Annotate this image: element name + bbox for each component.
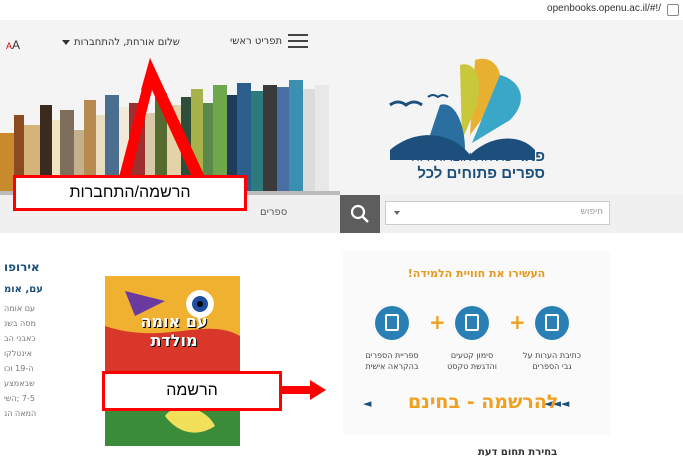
chevron-down-icon[interactable]	[394, 211, 400, 215]
browser-address-bar[interactable]: openbooks.openu.ac.il/#!/	[0, 0, 683, 20]
chevron-down-icon	[62, 40, 70, 45]
site-header: AA שלום אורחת, להתחברות תפריט ראשי פאר פ…	[0, 20, 683, 195]
login-annotation-label: הרשמה/התחברות	[13, 175, 247, 211]
notes-icon	[535, 306, 569, 340]
register-annotation-label: הרשמה	[102, 371, 282, 411]
font-size-label: A	[12, 38, 21, 52]
book-spine	[0, 133, 14, 195]
plus-sign: +	[429, 310, 446, 334]
article-line: שבאמצע	[4, 379, 35, 388]
url-text[interactable]: openbooks.openu.ac.il/#!/	[547, 3, 661, 14]
search-placeholder: חיפוש	[580, 207, 603, 217]
article-heading[interactable]: אירופו	[4, 260, 75, 274]
plus-sign: +	[509, 310, 526, 334]
book-spine	[315, 85, 329, 195]
article-line: עם אומה	[4, 304, 36, 313]
register-link[interactable]: להרשמה - בחינם	[408, 391, 558, 413]
feature-caption: כתיבת הערות על גבי הספרים	[523, 351, 581, 371]
book-spine	[303, 89, 315, 195]
user-menu[interactable]: שלום אורחת, להתחברות	[62, 37, 180, 48]
search-icon	[350, 204, 369, 223]
main-menu-button[interactable]: תפריט ראשי	[230, 34, 309, 48]
book-cover-title: עם אומה מולדת	[140, 312, 208, 350]
font-size-toggle[interactable]: AA	[6, 38, 20, 52]
top-navigation: AA שלום אורחת, להתחברות תפריט ראשי	[0, 20, 683, 60]
search-input[interactable]: חיפוש	[385, 201, 610, 225]
book-spine	[277, 87, 289, 195]
logo-tagline: פאר פתיחת אוצרות רוח	[385, 148, 545, 165]
article-subheading[interactable]: עם, אומ	[4, 284, 75, 295]
feature-caption: סימון קטעים והדגשת טקסט	[447, 351, 497, 371]
user-menu-label: שלום אורחת, להתחברות	[74, 37, 180, 48]
search-button[interactable]	[340, 195, 380, 233]
promo-panel: העשירו את חוויית הלמידה! + + כתיבת הערות…	[343, 250, 610, 435]
section-heading: בחירת תחום דעת	[478, 447, 558, 458]
highlight-icon	[455, 306, 489, 340]
book-spine	[289, 80, 303, 195]
article-line: אינטלקו	[4, 349, 32, 358]
hamburger-icon	[288, 34, 309, 48]
page: openbooks.openu.ac.il/#!/ AA שלום אורחת,…	[0, 0, 683, 467]
logo-subtitle: ספרים פתוחים לכל	[417, 165, 545, 182]
book-cover-image[interactable]	[105, 276, 240, 446]
personal-library-icon	[375, 306, 409, 340]
article-line: המאה הנ	[4, 409, 37, 418]
feature-caption: ספריית הספרים בהקראה אישית	[365, 351, 419, 371]
page-icon	[667, 4, 679, 16]
article-preview: אירופו עם, אומ עם אומה מסה בשנ כאבני הב …	[0, 260, 75, 467]
article-line: מסה בשנ	[4, 319, 36, 328]
books-tab[interactable]: ספרים	[260, 207, 287, 218]
promo-title: העשירו את חוויית הלמידה!	[407, 267, 546, 280]
main-menu-label: תפריט ראשי	[230, 35, 283, 47]
logo-brand: פאר	[516, 148, 545, 165]
arrow-left-icon: ◄	[363, 397, 372, 410]
book-spine	[263, 85, 277, 195]
logo-tagline-text: פתיחת אוצרות רוח	[411, 149, 513, 164]
article-line: 7-5 ;השי	[4, 394, 35, 403]
book-spine	[251, 91, 263, 195]
article-line: ה-19 וכו	[4, 364, 34, 373]
article-line: כאבני הב	[4, 334, 36, 343]
